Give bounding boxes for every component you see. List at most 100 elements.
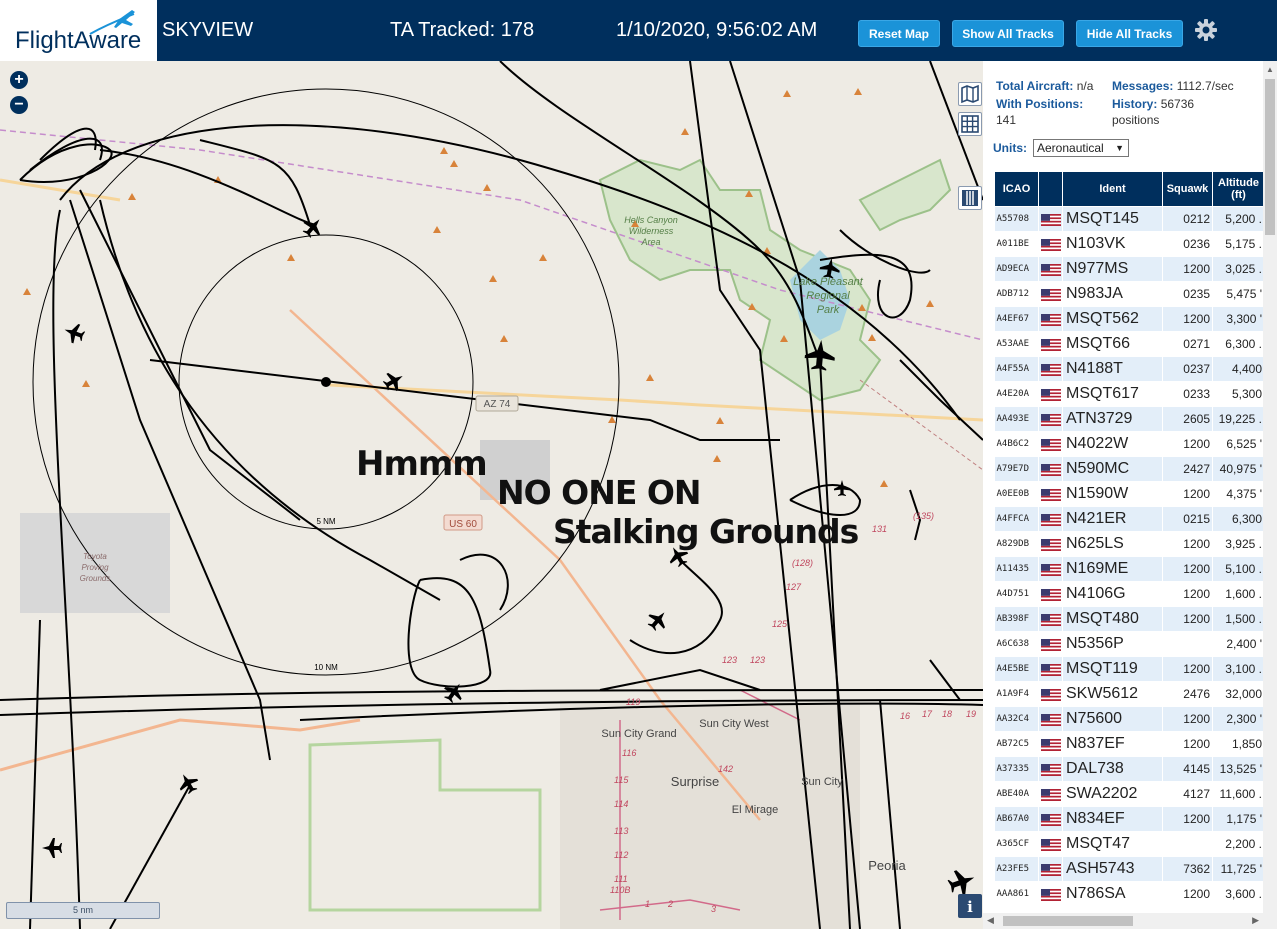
- table-row[interactable]: A4EF67 MSQT562 1200 3,300 ': [994, 306, 1265, 332]
- flag-cell: [1038, 356, 1063, 382]
- annotation-no-one-on: NO ONE ON: [497, 473, 702, 512]
- us-flag-icon: [1041, 512, 1061, 526]
- table-row[interactable]: A011BE N103VK 0236 5,175 .: [994, 231, 1265, 257]
- table-row[interactable]: A4E5BE MSQT119 1200 3,100 .: [994, 656, 1265, 682]
- scroll-up-arrow[interactable]: ▲: [1266, 65, 1274, 74]
- vertical-scroll-thumb[interactable]: [1265, 79, 1275, 235]
- units-selected-value: Aeronautical: [1037, 141, 1104, 155]
- zoom-out-button[interactable]: −: [10, 96, 28, 114]
- vertical-scrollbar[interactable]: ▲: [1263, 61, 1277, 913]
- squawk-cell: 2427: [1162, 456, 1213, 482]
- column-header-flag[interactable]: [1038, 171, 1063, 207]
- icao-cell: A79E7D: [994, 456, 1039, 482]
- table-row[interactable]: AAA861 N786SA 1200 3,600 .: [994, 881, 1265, 907]
- horizontal-scroll-thumb[interactable]: [1003, 916, 1133, 926]
- grid-toggle-button[interactable]: [958, 112, 982, 136]
- flag-cell: [1038, 656, 1063, 682]
- table-row[interactable]: A23FE5 ASH5743 7362 11,725 ': [994, 856, 1265, 882]
- svg-text:El Mirage: El Mirage: [732, 804, 778, 816]
- table-row[interactable]: AD9ECA N977MS 1200 3,025 .: [994, 256, 1265, 282]
- scroll-right-arrow[interactable]: ▶: [1252, 915, 1259, 926]
- map-canvas[interactable]: Hells Canyon Wilderness Area Lake Pleasa…: [0, 61, 983, 929]
- scroll-left-arrow[interactable]: ◀: [987, 915, 994, 926]
- icao-cell: ADB712: [994, 281, 1039, 307]
- svg-text:131: 131: [872, 524, 887, 534]
- with-positions-label: With Positions:: [996, 97, 1084, 111]
- horizontal-scrollbar[interactable]: ◀ ▶: [983, 913, 1277, 929]
- az74-shield: AZ 74: [475, 395, 519, 412]
- table-row[interactable]: A55708 MSQT145 0212 5,200 .: [994, 206, 1265, 232]
- hide-all-tracks-button[interactable]: Hide All Tracks: [1076, 20, 1183, 47]
- ident-cell: ASH5743: [1062, 856, 1163, 882]
- table-row[interactable]: AB67A0 N834EF 1200 1,175 ': [994, 806, 1265, 832]
- altitude-cell: 5,200 .: [1212, 206, 1265, 232]
- reset-map-button[interactable]: Reset Map: [858, 20, 940, 47]
- ident-cell: N5356P: [1062, 631, 1163, 657]
- show-all-tracks-button[interactable]: Show All Tracks: [952, 20, 1064, 47]
- columns-toggle-button[interactable]: [958, 186, 982, 210]
- column-header-squawk[interactable]: Squawk: [1162, 171, 1213, 207]
- altitude-cell: 5,175 .: [1212, 231, 1265, 257]
- table-row[interactable]: AA32C4 N75600 1200 2,300 ': [994, 706, 1265, 732]
- table-row[interactable]: AB72C5 N837EF 1200 1,850: [994, 731, 1265, 757]
- flightaware-logo[interactable]: FlightAware: [0, 0, 157, 61]
- us-flag-icon: [1041, 737, 1061, 751]
- table-row[interactable]: A79E7D N590MC 2427 40,975 ': [994, 456, 1265, 482]
- gear-icon[interactable]: [1194, 18, 1218, 42]
- us-flag-icon: [1041, 437, 1061, 451]
- table-row[interactable]: A4FFCA N421ER 0215 6,300: [994, 506, 1265, 532]
- table-row[interactable]: A11435 N169ME 1200 5,100 .: [994, 556, 1265, 582]
- table-row[interactable]: AA493E ATN3729 2605 19,225 .: [994, 406, 1265, 432]
- us-flag-icon: [1041, 462, 1061, 476]
- squawk-cell: 1200: [1162, 481, 1213, 507]
- table-row[interactable]: A365CF MSQT47 2,200 .: [994, 831, 1265, 857]
- table-row[interactable]: A1A9F4 SKW5612 2476 32,000: [994, 681, 1265, 707]
- icao-cell: A4EF67: [994, 306, 1039, 332]
- table-row[interactable]: A6C638 N5356P 2,400 ': [994, 631, 1265, 657]
- zoom-in-button[interactable]: +: [10, 71, 28, 89]
- table-row[interactable]: A4E20A MSQT617 0233 5,300: [994, 381, 1265, 407]
- table-row[interactable]: A0EE0B N1590W 1200 4,375 ': [994, 481, 1265, 507]
- table-row[interactable]: ADB712 N983JA 0235 5,475 ': [994, 281, 1265, 307]
- altitude-cell: 4,400: [1212, 356, 1265, 382]
- history-stat: History: 56736: [1112, 97, 1195, 111]
- altitude-cell: 1,600 .: [1212, 581, 1265, 607]
- icao-cell: A4B6C2: [994, 431, 1039, 457]
- icao-cell: AB72C5: [994, 731, 1039, 757]
- table-row[interactable]: AB398F MSQT480 1200 1,500 .: [994, 606, 1265, 632]
- svg-text:125: 125: [772, 619, 788, 629]
- column-header-altitude[interactable]: Altitude (ft): [1212, 171, 1265, 207]
- flag-cell: [1038, 706, 1063, 732]
- table-row[interactable]: A4D751 N4106G 1200 1,600 .: [994, 581, 1265, 607]
- us-flag-icon: [1041, 362, 1061, 376]
- squawk-cell: 1200: [1162, 656, 1213, 682]
- column-header-icao[interactable]: ICAO: [994, 171, 1039, 207]
- table-row[interactable]: ABE40A SWA2202 4127 11,600 .: [994, 781, 1265, 807]
- table-row[interactable]: A37335 DAL738 4145 13,525 ': [994, 756, 1265, 782]
- squawk-cell: 0215: [1162, 506, 1213, 532]
- app-title: SKYVIEW: [162, 19, 254, 41]
- table-row[interactable]: A4B6C2 N4022W 1200 6,525 ': [994, 431, 1265, 457]
- info-button[interactable]: i: [958, 894, 982, 918]
- map-type-button[interactable]: [958, 82, 982, 106]
- units-select[interactable]: Aeronautical ▼: [1033, 139, 1129, 157]
- column-header-ident[interactable]: Ident: [1062, 171, 1163, 207]
- altitude-cell: 5,475 ': [1212, 281, 1265, 307]
- flag-cell: [1038, 781, 1063, 807]
- us-flag-icon: [1041, 787, 1061, 801]
- altitude-cell: 3,100 .: [1212, 656, 1265, 682]
- svg-text:(128): (128): [792, 558, 813, 568]
- ident-cell: MSQT47: [1062, 831, 1163, 857]
- svg-text:3: 3: [711, 904, 716, 914]
- history-unit: positions: [1112, 113, 1160, 127]
- svg-text:(135): (135): [913, 511, 934, 521]
- icao-cell: A55708: [994, 206, 1039, 232]
- table-row[interactable]: A829DB N625LS 1200 3,925 .: [994, 531, 1265, 557]
- svg-text:Park: Park: [817, 304, 840, 316]
- table-row[interactable]: A53AAE MSQT66 0271 6,300 .: [994, 331, 1265, 357]
- table-row[interactable]: A4F55A N4188T 0237 4,400: [994, 356, 1265, 382]
- flag-cell: [1038, 531, 1063, 557]
- svg-text:19: 19: [966, 709, 976, 719]
- map-view[interactable]: Hells Canyon Wilderness Area Lake Pleasa…: [0, 61, 983, 929]
- squawk-cell: 4127: [1162, 781, 1213, 807]
